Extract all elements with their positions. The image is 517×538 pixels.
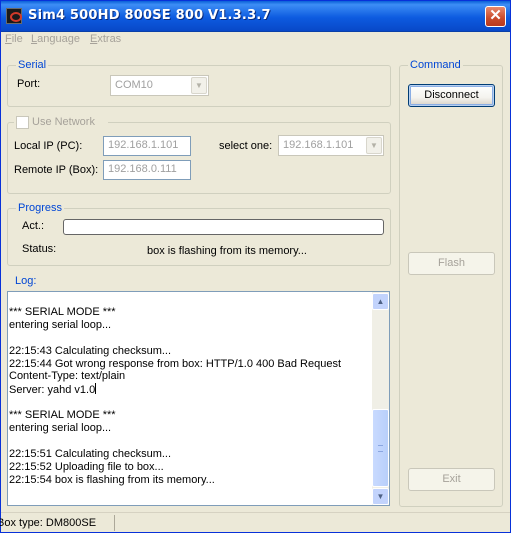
text-caret bbox=[95, 383, 97, 395]
network-ip-select[interactable]: 192.168.1.101 ▼ bbox=[278, 135, 384, 156]
log-line: entering serial loop... bbox=[9, 318, 112, 331]
port-label: Port: bbox=[17, 78, 41, 90]
log-line: 22:15:52 Uploading file to box... bbox=[9, 460, 164, 473]
log-line: *** SERIAL MODE *** bbox=[9, 306, 116, 318]
use-network-legend: Use Network bbox=[14, 116, 108, 130]
chevron-down-icon[interactable]: ▼ bbox=[366, 137, 382, 154]
scroll-down-icon[interactable]: ▼ bbox=[372, 488, 389, 505]
menu-extras[interactable]: Extras bbox=[90, 33, 121, 45]
log-line: Content-Type: text/plain bbox=[9, 370, 126, 383]
log-line: entering serial loop... bbox=[9, 422, 112, 435]
log-lines: *** SERIAL MODE *** entering serial loop.… bbox=[9, 306, 371, 486]
use-network-label[interactable]: Use Network bbox=[32, 116, 95, 128]
menu-file-label: ile bbox=[11, 33, 23, 45]
menu-language-label: anguage bbox=[37, 33, 80, 45]
serial-group: Serial Port: COM10 ▼ bbox=[7, 59, 391, 107]
command-group: Command Disconnect Flash Exit bbox=[399, 59, 503, 507]
port-select[interactable]: COM10 ▼ bbox=[110, 75, 209, 96]
scrollbar-thumb[interactable] bbox=[372, 409, 389, 487]
network-ip-value: 192.168.1.101 bbox=[283, 139, 354, 151]
log-line: *** SERIAL MODE *** bbox=[9, 409, 116, 422]
progress-group: Progress Act.: Status: box is flashing f… bbox=[7, 202, 391, 266]
serial-legend: Serial bbox=[16, 59, 49, 71]
status-bar: Box type: DM800SE bbox=[0, 512, 510, 533]
disconnect-button[interactable]: Disconnect bbox=[408, 84, 495, 107]
chevron-down-icon[interactable]: ▼ bbox=[191, 77, 207, 94]
log-scrollbar[interactable]: ▲ ▼ bbox=[372, 292, 389, 505]
act-label: Act.: bbox=[22, 220, 45, 232]
close-button[interactable]: ✕ bbox=[485, 6, 506, 27]
log-line: 22:15:44 Got wrong response from box: HT… bbox=[9, 357, 342, 370]
flash-button[interactable]: Flash bbox=[408, 252, 495, 275]
command-legend: Command bbox=[408, 59, 463, 71]
local-ip-field[interactable]: 192.168.1.101 bbox=[103, 136, 191, 156]
remote-ip-label: Remote IP (Box): bbox=[14, 164, 99, 176]
select-one-label: select one: bbox=[219, 140, 273, 152]
menu-language[interactable]: Language bbox=[31, 33, 80, 45]
box-type-text: Box type: DM800SE bbox=[0, 517, 97, 529]
progress-legend: Progress bbox=[16, 202, 65, 214]
exit-button[interactable]: Exit bbox=[408, 468, 495, 491]
application-window: Sim4 500HD 800SE 800 V1.3.3.7 ✕ File Lan… bbox=[0, 0, 511, 533]
status-value: box is flashing from its memory... bbox=[147, 245, 307, 257]
app-icon[interactable] bbox=[6, 8, 22, 24]
log-textarea[interactable]: *** SERIAL MODE *** entering serial loop.… bbox=[7, 291, 390, 506]
log-legend: Log: bbox=[13, 275, 39, 287]
log-line: Server: yahd v1.0 bbox=[9, 383, 97, 397]
local-ip-label: Local IP (PC): bbox=[14, 140, 83, 152]
status-label: Status: bbox=[22, 243, 57, 255]
log-line: 22:15:43 Calculating checksum... bbox=[9, 344, 172, 357]
scroll-up-icon[interactable]: ▲ bbox=[372, 293, 389, 310]
status-panel-box-type: Box type: DM800SE bbox=[0, 515, 115, 531]
network-group: Use Network Local IP (PC): 192.168.1.101… bbox=[7, 116, 391, 194]
title-bar[interactable]: Sim4 500HD 800SE 800 V1.3.3.7 ✕ bbox=[1, 1, 510, 32]
use-network-checkbox[interactable] bbox=[16, 116, 29, 129]
menu-bar: File Language Extras bbox=[1, 31, 510, 49]
log-line: 22:15:51 Calculating checksum... bbox=[9, 447, 172, 460]
window-title: Sim4 500HD 800SE 800 V1.3.3.7 bbox=[28, 8, 271, 23]
remote-ip-field[interactable]: 192.168.0.111 bbox=[103, 160, 191, 180]
port-value: COM10 bbox=[115, 79, 153, 91]
progress-bar bbox=[63, 219, 384, 235]
log-line: 22:15:54 box is flashing from its memory… bbox=[9, 473, 215, 486]
menu-extras-label: xtras bbox=[97, 33, 122, 45]
menu-file[interactable]: File bbox=[5, 33, 23, 45]
menu-file-mnemonic: F bbox=[5, 33, 12, 45]
